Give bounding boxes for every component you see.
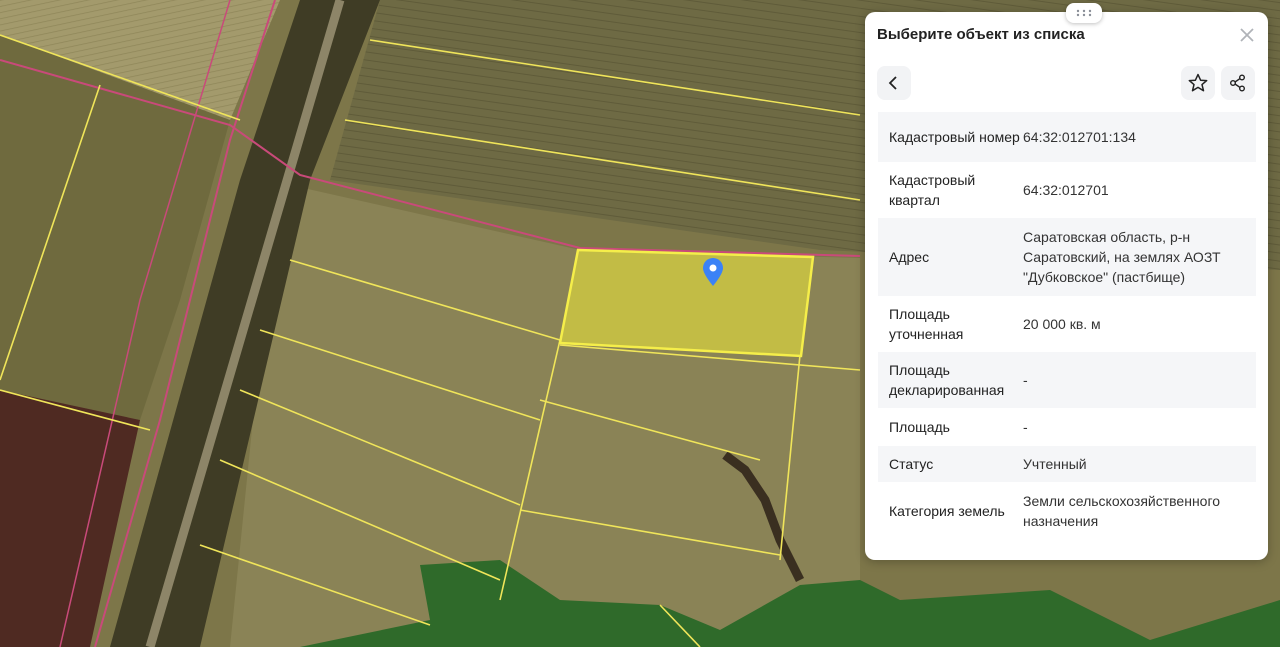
- row-value: -: [1023, 419, 1028, 435]
- row-key: Площадь декларированная: [889, 362, 1005, 398]
- table-row: Площадь уточненная 20 000 кв. м: [878, 296, 1256, 352]
- table-row: Статус Учтенный: [878, 446, 1256, 482]
- share-button[interactable]: [1221, 66, 1255, 100]
- table-row: Площадь декларированная -: [878, 352, 1256, 408]
- panel-title: Выберите объект из списка: [877, 26, 1085, 43]
- back-button[interactable]: [877, 66, 911, 100]
- row-value: 20 000 кв. м: [1023, 316, 1101, 332]
- row-value: 64:32:012701: [1023, 182, 1109, 198]
- parcel-attributes: Кадастровый номер 64:32:012701:134 Кадас…: [878, 112, 1256, 540]
- drag-handle-icon: [1076, 9, 1092, 17]
- row-value: Учтенный: [1023, 456, 1087, 472]
- table-row: Площадь -: [878, 408, 1256, 446]
- parcel-info-panel: Выберите объект из списка Кадастровый но…: [865, 12, 1268, 560]
- panel-drag-handle[interactable]: [1066, 3, 1102, 23]
- row-key: Площадь: [889, 419, 950, 435]
- row-key: Кадастровый номер: [889, 129, 1020, 145]
- row-value: 64:32:012701:134: [1023, 129, 1136, 145]
- row-value: Саратовская область, р-н Саратовский, на…: [1023, 229, 1221, 285]
- table-row: Кадастровый квартал 64:32:012701: [878, 162, 1256, 218]
- chevron-left-icon: [888, 76, 897, 90]
- table-row: Адрес Саратовская область, р-н Саратовск…: [878, 218, 1256, 296]
- row-key: Площадь уточненная: [889, 306, 964, 342]
- row-key: Кадастровый квартал: [889, 172, 976, 208]
- row-value: Земли сельскохозяйственного назначения: [1023, 493, 1221, 529]
- row-key: Статус: [889, 456, 934, 472]
- row-value: -: [1023, 372, 1028, 388]
- favorite-button[interactable]: [1181, 66, 1215, 100]
- selected-parcel[interactable]: [558, 248, 815, 358]
- table-row: Категория земель Земли сельскохозяйствен…: [878, 482, 1256, 540]
- table-row: Кадастровый номер 64:32:012701:134: [878, 112, 1256, 162]
- close-icon[interactable]: [1238, 26, 1256, 44]
- row-key: Категория земель: [889, 503, 1005, 519]
- star-icon: [1188, 73, 1208, 92]
- share-icon: [1230, 74, 1245, 92]
- panel-toolbar: [877, 66, 1257, 100]
- row-key: Адрес: [889, 249, 930, 265]
